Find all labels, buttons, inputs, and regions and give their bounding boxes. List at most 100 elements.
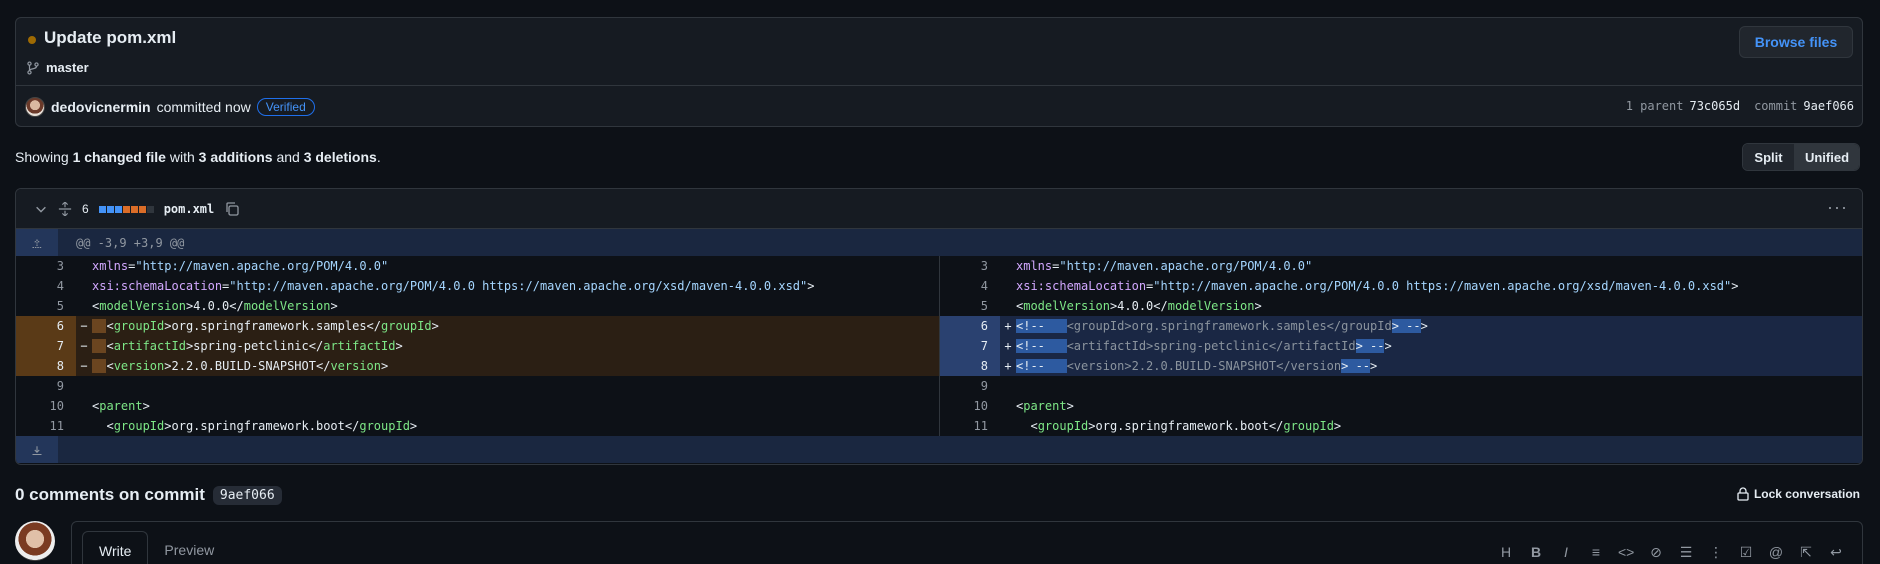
expand-all-icon[interactable] <box>58 202 72 216</box>
code-text: xsi:schemaLocation="http://maven.apache.… <box>92 279 815 293</box>
line-number[interactable]: 10 <box>940 396 1000 416</box>
bold-icon[interactable]: B <box>1528 544 1544 561</box>
comment-editor: Write Preview H B I ≡ <> ⊘ ☰ ⋮ ☑ @ ⇱ ↩ <box>71 521 1863 564</box>
diff-line: 5 <modelVersion>4.0.0</modelVersion> <box>16 296 939 316</box>
summary-files[interactable]: 1 changed file <box>73 149 166 165</box>
author-row: dedovicnermin committed now Verified <box>25 97 315 117</box>
diff-line: 6 + <!-- <groupId>org.springframework.samp… <box>940 316 1862 336</box>
diff-marker <box>1000 416 1016 436</box>
comments-heading: 0 comments on commit 9aef066 <box>15 485 282 505</box>
summary-prefix: Showing <box>15 149 69 165</box>
line-number[interactable]: 8 <box>940 356 1000 376</box>
diff-marker <box>1000 296 1016 316</box>
line-number[interactable]: 10 <box>16 396 76 416</box>
ordered-list-icon[interactable]: ⋮ <box>1708 544 1724 561</box>
line-number[interactable]: 7 <box>940 336 1000 356</box>
diff-marker <box>76 416 92 436</box>
hunk-footer <box>16 436 1862 463</box>
line-number[interactable]: 6 <box>940 316 1000 336</box>
verified-badge[interactable]: Verified <box>256 98 315 116</box>
code-icon[interactable]: <> <box>1618 544 1634 561</box>
line-number[interactable]: 9 <box>940 376 1000 396</box>
author-name[interactable]: dedovicnermin <box>51 99 151 115</box>
summary-and: and <box>276 149 300 165</box>
summary-suffix: . <box>376 149 381 165</box>
diffstat-square <box>130 205 138 213</box>
diffstat-square <box>114 205 122 213</box>
commit-header: Update pom.xml master Browse files dedov… <box>15 17 1863 127</box>
line-number[interactable]: 5 <box>940 296 1000 316</box>
copy-icon[interactable] <box>224 201 240 217</box>
tab-preview[interactable]: Preview <box>148 531 230 564</box>
code-text: xmlns="http://maven.apache.org/POM/4.0.0… <box>92 259 389 273</box>
quote-icon[interactable]: ≡ <box>1588 544 1604 561</box>
diff-marker <box>1000 256 1016 276</box>
parent-sha-link[interactable]: 73c065d <box>1689 99 1740 113</box>
diff-line: 5 <modelVersion>4.0.0</modelVersion> <box>940 296 1862 316</box>
diff-marker <box>1000 376 1016 396</box>
code-text: <!-- <groupId>org.springframework.sample… <box>1016 319 1428 333</box>
comments-sha[interactable]: 9aef066 <box>212 485 282 505</box>
diff-marker: + <box>1004 359 1012 373</box>
line-number[interactable]: 11 <box>940 416 1000 436</box>
italic-icon[interactable]: I <box>1558 544 1574 561</box>
code-text: <version>2.2.0.BUILD-SNAPSHOT</version> <box>92 356 939 376</box>
line-number[interactable]: 3 <box>940 256 1000 276</box>
file-changes-count: 6 <box>82 202 89 216</box>
browse-files-button[interactable]: Browse files <box>1739 26 1853 58</box>
link-icon[interactable]: ⊘ <box>1648 544 1664 561</box>
file-name[interactable]: pom.xml <box>164 202 215 216</box>
line-number[interactable]: 5 <box>16 296 76 316</box>
reference-icon[interactable]: ⇱ <box>1798 544 1814 561</box>
line-number[interactable]: 8 <box>16 356 76 376</box>
diff-right-side: 3 xmlns="http://maven.apache.org/POM/4.0.… <box>939 256 1862 436</box>
code-text: <groupId>org.springframework.boot</group… <box>92 419 418 433</box>
unordered-list-icon[interactable]: ☰ <box>1678 544 1694 561</box>
line-number[interactable]: 4 <box>940 276 1000 296</box>
diff-line: 3 xmlns="http://maven.apache.org/POM/4.0.… <box>940 256 1862 276</box>
line-number[interactable]: 4 <box>16 276 76 296</box>
diff-marker: − <box>80 319 88 333</box>
diff-line: 3 xmlns="http://maven.apache.org/POM/4.0.… <box>16 256 939 276</box>
author-avatar[interactable] <box>25 97 45 117</box>
expand-down-icon[interactable] <box>16 436 58 463</box>
diff-line: 8− <version>2.2.0.BUILD-SNAPSHOT</versio… <box>16 356 939 376</box>
file-header-left: 6 pom.xml <box>34 201 240 217</box>
diff-marker: + <box>1004 339 1012 353</box>
editor-tabs: Write Preview <box>82 531 230 564</box>
line-number[interactable]: 6 <box>16 316 76 336</box>
reply-icon[interactable]: ↩ <box>1828 544 1844 561</box>
lock-conversation-button[interactable]: Lock conversation <box>1737 487 1860 501</box>
expand-up-icon[interactable] <box>16 229 58 256</box>
heading-icon[interactable]: H <box>1498 544 1514 561</box>
diff-line: 4 xsi:schemaLocation="http://maven.apache… <box>16 276 939 296</box>
branch-name[interactable]: master <box>46 60 89 75</box>
task-list-icon[interactable]: ☑ <box>1738 544 1754 561</box>
line-number[interactable]: 3 <box>16 256 76 276</box>
current-user-avatar[interactable] <box>15 521 55 561</box>
diff-marker <box>76 396 92 416</box>
unified-view-button[interactable]: Unified <box>1795 144 1859 170</box>
diff-line: 11 <groupId>org.springframework.boot</gr… <box>16 416 939 436</box>
mention-icon[interactable]: @ <box>1768 544 1784 561</box>
pending-status-icon[interactable] <box>28 35 36 44</box>
commit-title: Update pom.xml <box>44 28 177 47</box>
more-options-icon[interactable]: ··· <box>1827 197 1848 218</box>
diff-view-toggle: Split Unified <box>1742 143 1860 171</box>
split-diff: 3 xmlns="http://maven.apache.org/POM/4.0.… <box>16 256 1862 436</box>
summary-deletions: 3 deletions <box>303 149 377 165</box>
chevron-down-icon[interactable] <box>34 202 48 216</box>
tab-write[interactable]: Write <box>82 531 149 564</box>
diff-marker <box>76 256 92 276</box>
line-number[interactable]: 9 <box>16 376 76 396</box>
diffstat-square <box>122 205 130 213</box>
diff-line: 9 <box>940 376 1862 396</box>
split-view-button[interactable]: Split <box>1743 144 1795 170</box>
line-number[interactable]: 7 <box>16 336 76 356</box>
diff-line: 9 <box>16 376 939 396</box>
diff-marker: − <box>80 339 88 353</box>
code-text: <groupId>org.springframework.samples</gr… <box>92 316 939 336</box>
diff-marker: − <box>80 359 88 373</box>
line-number[interactable]: 11 <box>16 416 76 436</box>
